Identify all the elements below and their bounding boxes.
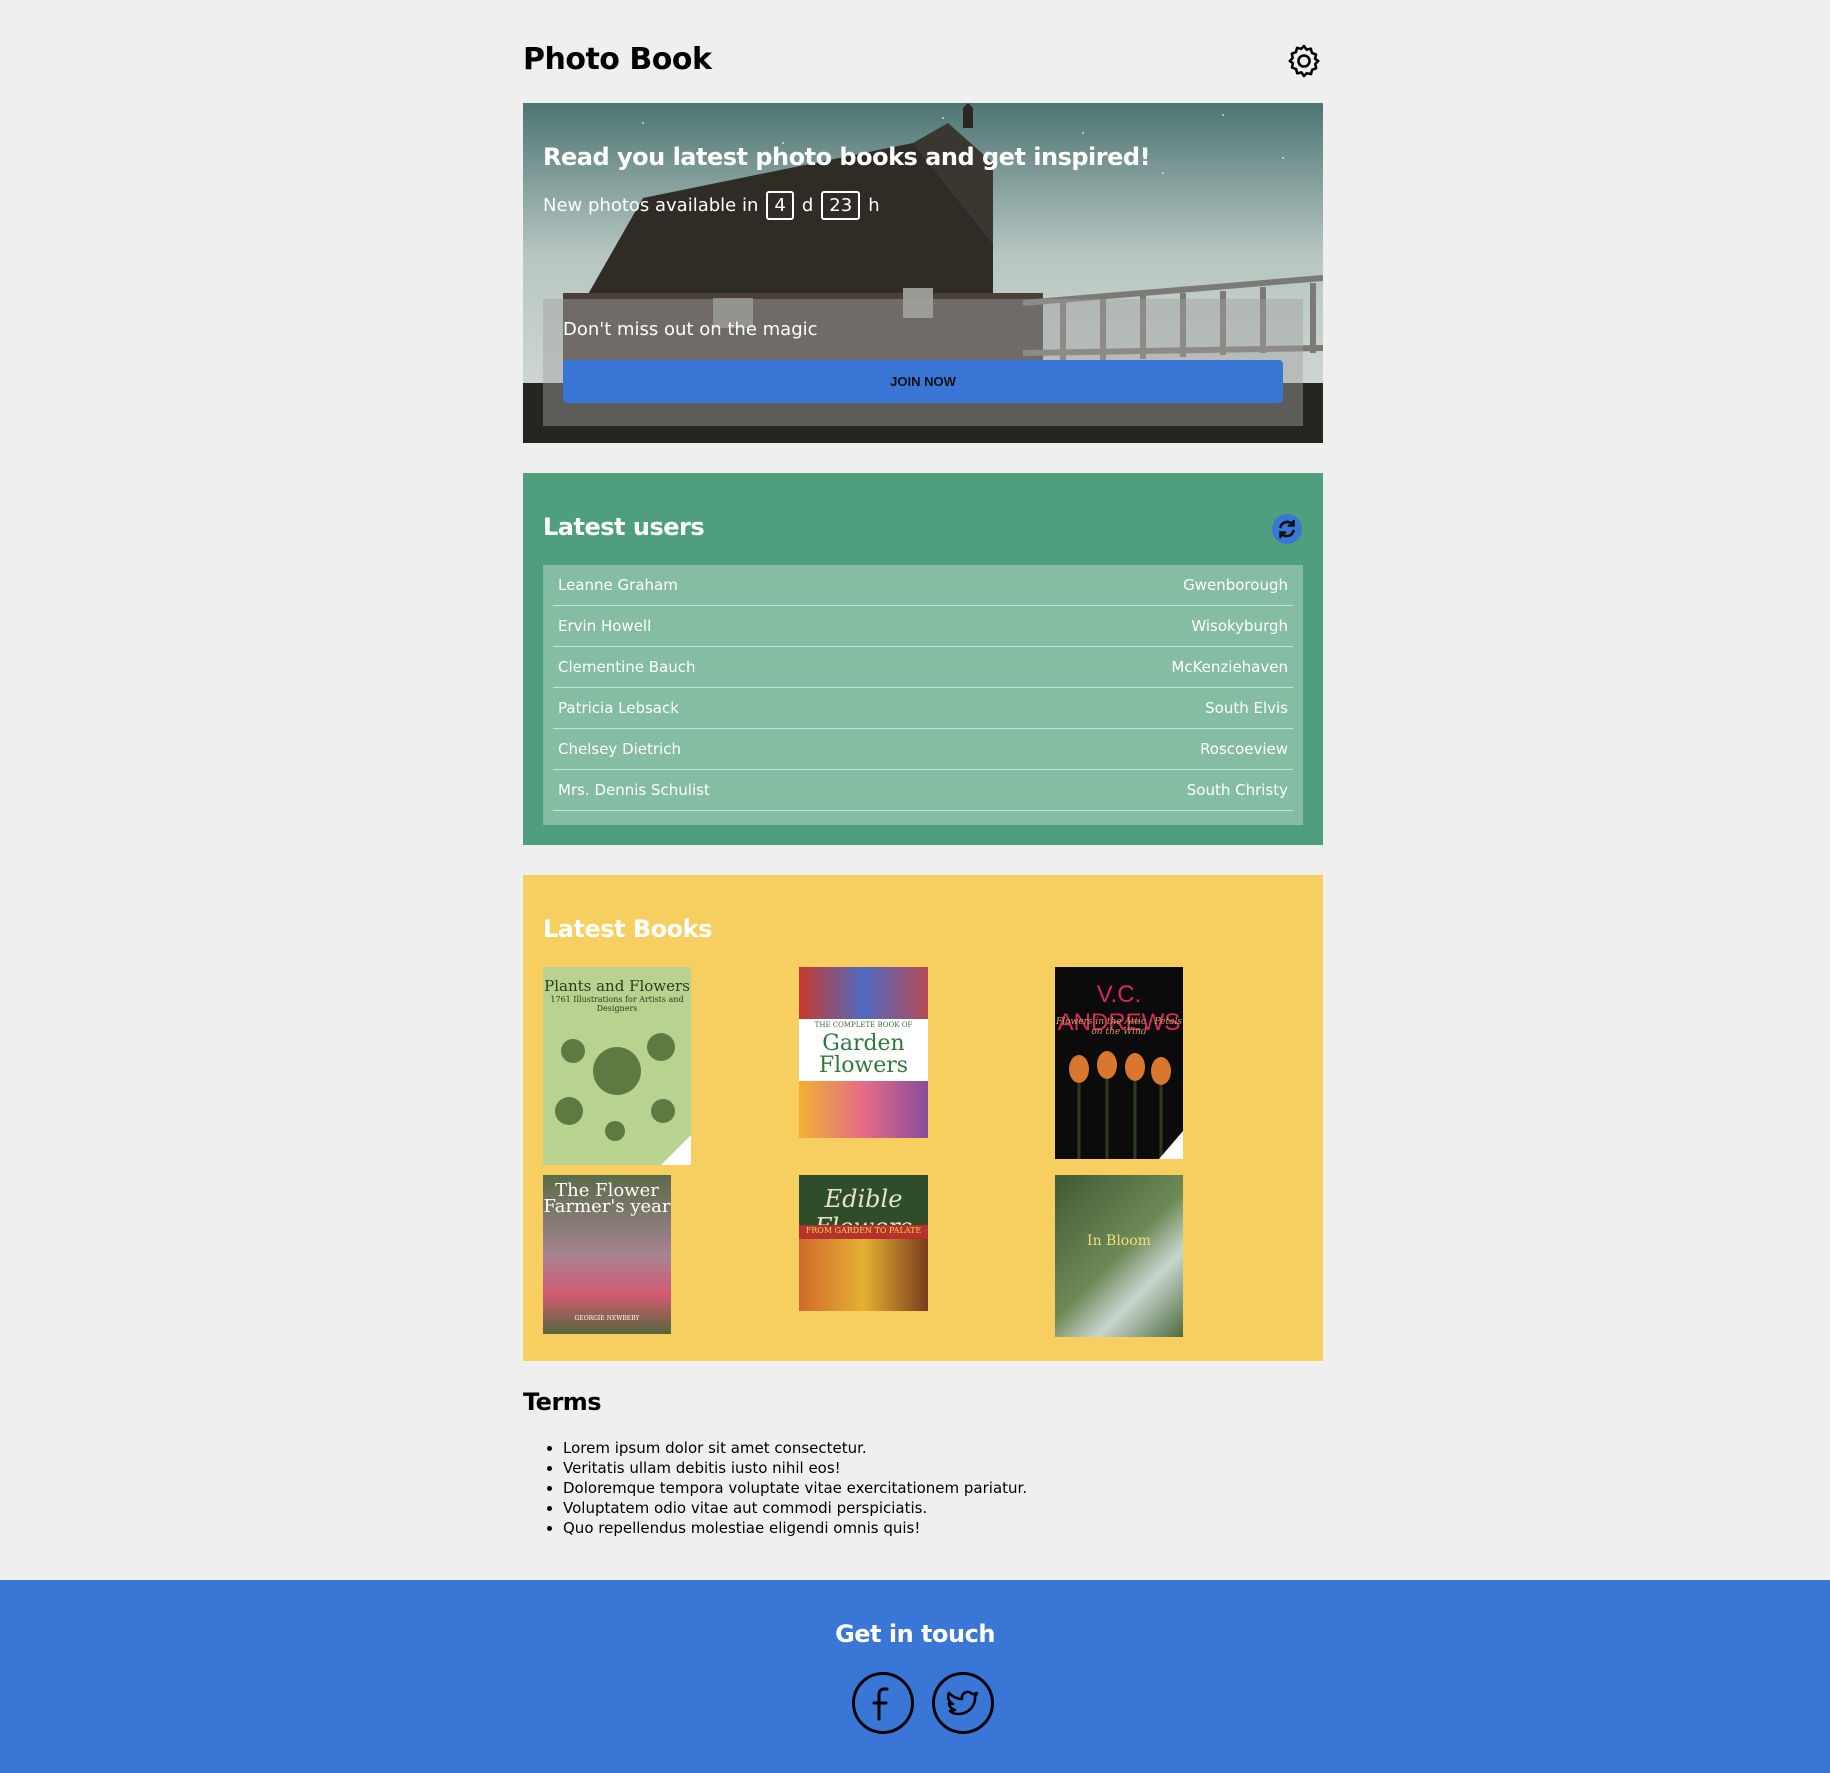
- book-cover-garden-flowers[interactable]: THE COMPLETE BOOK OF Garden Flowers: [799, 967, 928, 1138]
- user-city: South Elvis: [1205, 699, 1288, 717]
- user-name: Ervin Howell: [558, 617, 652, 635]
- list-item[interactable]: Leanne Graham Gwenborough: [553, 565, 1293, 606]
- users-title: Latest users: [543, 513, 705, 541]
- list-item: Lorem ipsum dolor sit amet consectetur.: [563, 1438, 1323, 1458]
- flower-photo: [799, 967, 928, 1019]
- facebook-icon[interactable]: [852, 1672, 914, 1734]
- list-item[interactable]: Patricia Lebsack South Elvis: [553, 688, 1293, 729]
- user-name: Patricia Lebsack: [558, 699, 679, 717]
- hours-value: 23: [821, 191, 861, 220]
- roses-illustration: [1069, 1051, 1183, 1159]
- book-cover-plants-and-flowers[interactable]: Plants and Flowers 1761 Illustrations fo…: [543, 967, 691, 1165]
- list-item[interactable]: Ervin Howell Wisokyburgh: [553, 606, 1293, 647]
- terms-list: Lorem ipsum dolor sit amet consectetur. …: [563, 1438, 1323, 1538]
- user-city: Wisokyburgh: [1191, 617, 1288, 635]
- user-name: Leanne Graham: [558, 576, 678, 594]
- hours-unit: h: [868, 195, 880, 216]
- user-name: Mrs. Dennis Schulist: [558, 781, 710, 799]
- list-item: Veritatis ullam debitis iusto nihil eos!: [563, 1458, 1323, 1478]
- book-subtitle: FROM GARDEN TO PALATE: [805, 1226, 922, 1235]
- book-cover-edible-flowers[interactable]: Edible Flowers FROM GARDEN TO PALATE: [799, 1175, 928, 1311]
- book-cover-vc-andrews[interactable]: V.C. ANDREWS Flowers in the Attic · Peta…: [1055, 967, 1183, 1159]
- gear-icon[interactable]: [1285, 42, 1323, 80]
- book-subtitle: Flowers in the Attic · Petals on the Win…: [1055, 1017, 1183, 1037]
- users-list: Leanne Graham Gwenborough Ervin Howell W…: [543, 565, 1303, 825]
- terms-title: Terms: [523, 1388, 602, 1416]
- join-panel: Don't miss out on the magic JOIN NOW: [543, 299, 1303, 426]
- user-name: Chelsey Dietrich: [558, 740, 681, 758]
- book-cover-in-bloom[interactable]: In Bloom: [1055, 1175, 1183, 1337]
- hero-heading: Read you latest photo books and get insp…: [543, 143, 1151, 171]
- books-title: Latest Books: [543, 915, 712, 943]
- user-city: Roscoeview: [1200, 740, 1288, 758]
- list-item[interactable]: Chelsey Dietrich Roscoeview: [553, 729, 1293, 770]
- book-subtitle: THE COMPLETE BOOK OF: [814, 1021, 913, 1029]
- footer-title: Get in touch: [835, 1620, 995, 1648]
- user-city: South Christy: [1186, 781, 1288, 799]
- list-item: Doloremque tempora voluptate vitae exerc…: [563, 1478, 1323, 1498]
- days-unit: d: [801, 195, 814, 216]
- list-item: Voluptatem odio vitae aut commodi perspi…: [563, 1498, 1323, 1518]
- book-subtitle: GEORGIE NEWBERY: [574, 1315, 640, 1322]
- terms-section: Terms Lorem ipsum dolor sit amet consect…: [523, 1388, 1323, 1538]
- botanical-illustration: [555, 1033, 691, 1165]
- days-value: 4: [766, 191, 794, 220]
- book-title: Garden Flowers: [818, 1031, 909, 1078]
- list-item[interactable]: Clementine Bauch McKenziehaven: [553, 647, 1293, 688]
- latest-users-panel: Latest users Leanne Graham Gwenborough E…: [523, 473, 1323, 845]
- refresh-icon[interactable]: [1272, 514, 1302, 544]
- book-title: In Bloom: [1087, 1233, 1151, 1249]
- countdown: New photos available in 4 d 23 h: [543, 191, 880, 220]
- user-name: Clementine Bauch: [558, 658, 696, 676]
- page-title: Photo Book: [523, 42, 712, 77]
- join-now-button[interactable]: JOIN NOW: [563, 360, 1283, 403]
- page-header: Photo Book: [523, 36, 1323, 88]
- list-item: Quo repellendus molestiae eligendi omnis…: [563, 1518, 1323, 1538]
- twitter-icon[interactable]: [932, 1672, 994, 1734]
- flower-photo: [799, 1239, 928, 1311]
- book-title: The Flower Farmer's year: [543, 1180, 671, 1217]
- user-city: McKenziehaven: [1171, 658, 1288, 676]
- list-item[interactable]: Mrs. Dennis Schulist South Christy: [553, 770, 1293, 811]
- hero-banner: Read you latest photo books and get insp…: [523, 103, 1323, 443]
- latest-books-panel: Latest Books Plants and Flowers 1761 Ill…: [523, 875, 1323, 1361]
- magic-text: Don't miss out on the magic: [563, 319, 818, 340]
- flower-photo: [799, 1081, 928, 1138]
- book-title: Plants and Flowers: [544, 977, 690, 995]
- user-city: Gwenborough: [1183, 576, 1288, 594]
- book-cover-flower-farmers-year[interactable]: The Flower Farmer's year GEORGIE NEWBERY: [543, 1175, 671, 1334]
- footer: Get in touch: [0, 1580, 1830, 1773]
- countdown-label: New photos available in: [543, 195, 759, 216]
